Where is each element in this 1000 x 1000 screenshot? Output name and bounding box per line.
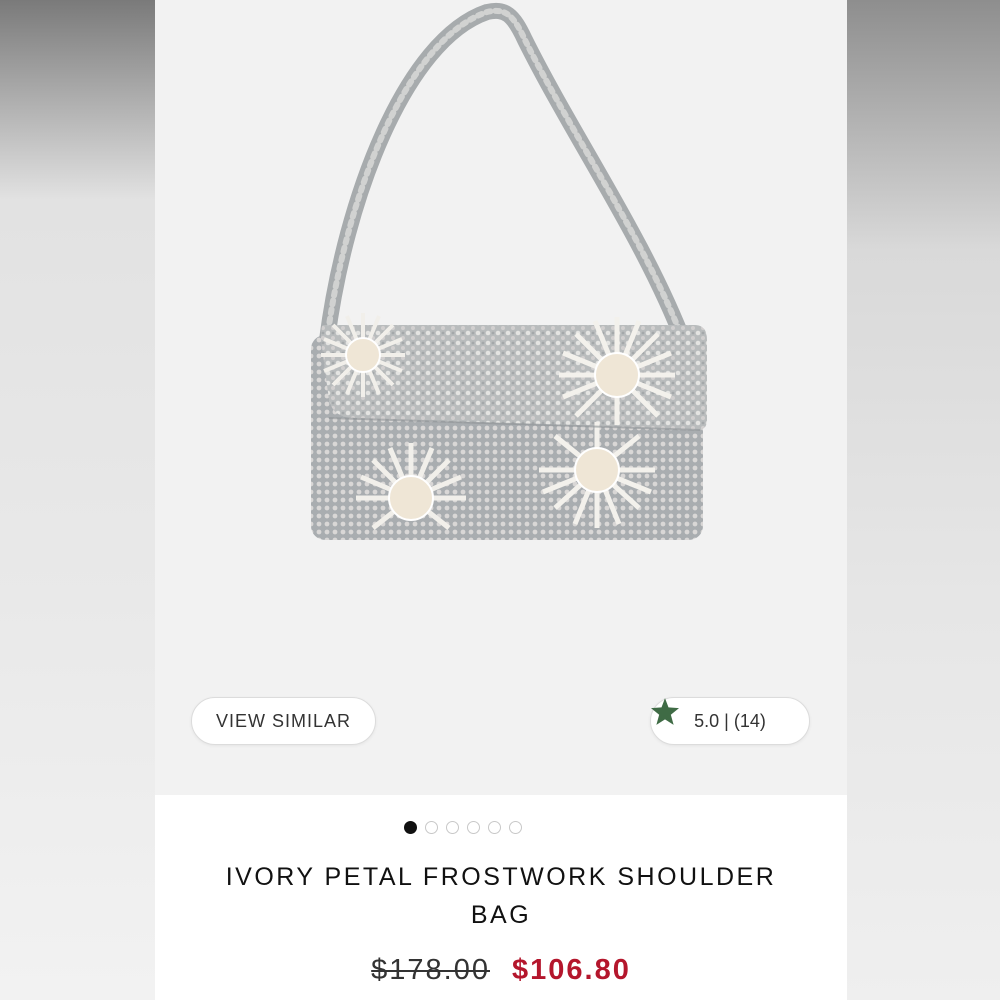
- sale-price: $106.80: [512, 954, 631, 986]
- carousel-indicator: [117, 821, 809, 834]
- carousel-dot[interactable]: [467, 821, 480, 834]
- carousel-dot[interactable]: [446, 821, 459, 834]
- product-title: IVORY PETAL FROSTWORK SHOULDER BAG: [225, 863, 777, 929]
- carousel-dot[interactable]: [425, 821, 438, 834]
- original-price: $178.00: [371, 954, 490, 986]
- carousel-dot[interactable]: [488, 821, 501, 834]
- product-panel: VIEW SIMILAR 5.0 | (14) IVORY PETAL FROS…: [155, 0, 847, 1000]
- rating-button[interactable]: 5.0 | (14): [650, 697, 810, 745]
- carousel-dot[interactable]: [509, 821, 522, 834]
- product-image[interactable]: VIEW SIMILAR 5.0 | (14): [155, 0, 847, 795]
- view-similar-button[interactable]: VIEW SIMILAR: [191, 697, 376, 745]
- view-similar-label: VIEW SIMILAR: [215, 710, 352, 731]
- bag-illustration: [311, 2, 707, 540]
- star-icon: [651, 698, 679, 725]
- carousel-dot[interactable]: [404, 821, 417, 834]
- rating-text: 5.0 | (14): [694, 710, 766, 731]
- left-backdrop: [0, 0, 155, 1000]
- right-backdrop: [847, 0, 1000, 1000]
- price-block: $178.00 $106.80: [155, 954, 847, 987]
